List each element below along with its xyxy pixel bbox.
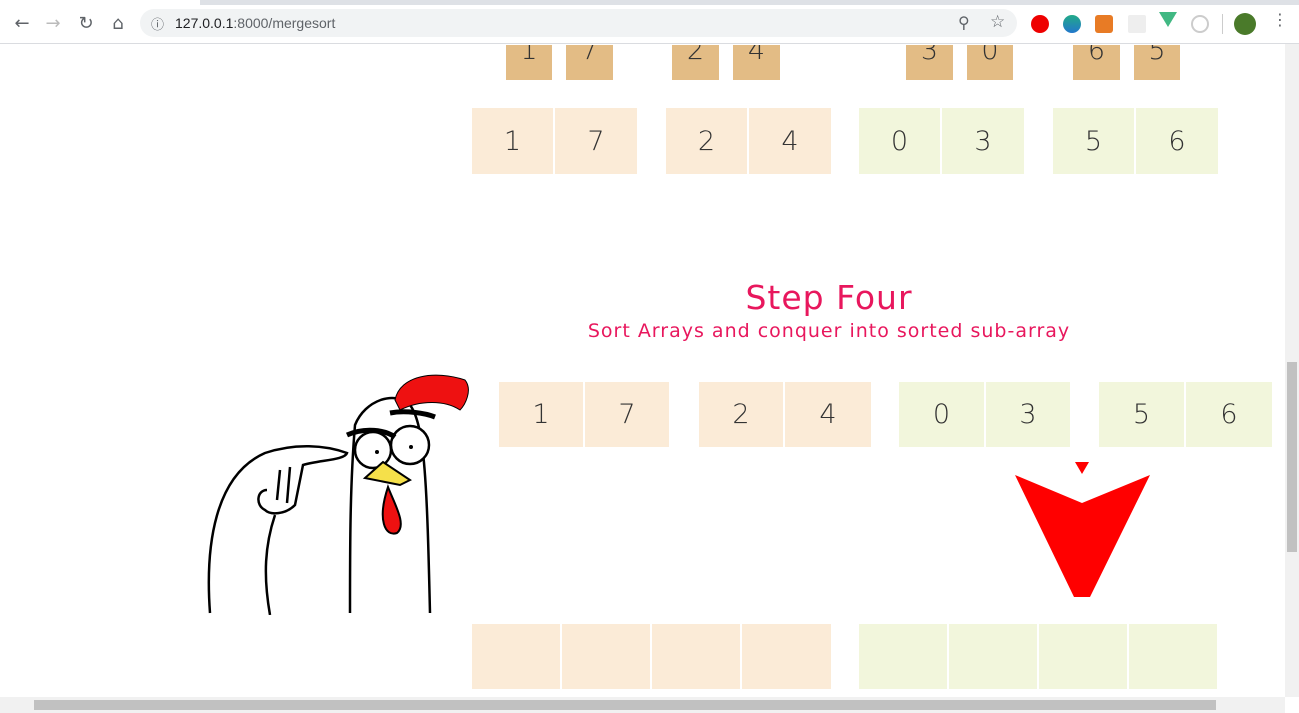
step-cell: 4	[785, 382, 871, 447]
sorted-pair-cell: 2	[666, 108, 747, 174]
sorted-pair-cell: 3	[942, 108, 1024, 174]
split-cell: 2	[672, 45, 719, 80]
reload-icon[interactable]: ↻	[74, 13, 98, 34]
page-viewport: 1 7 2 4 3 0 6 5 1 7 2 4 0 3 5 6 Step Fou…	[0, 45, 1285, 697]
vertical-scroll-thumb[interactable]	[1287, 362, 1297, 552]
step-cell: 2	[699, 382, 783, 447]
sorted-pair-cell: 6	[1136, 108, 1218, 174]
vertical-scrollbar[interactable]	[1285, 44, 1299, 697]
merged-cell	[562, 624, 650, 689]
step-cell: 1	[499, 382, 583, 447]
home-icon[interactable]: ⌂	[106, 13, 130, 34]
down-arrow-icon	[1015, 462, 1150, 597]
split-cell: 5	[1134, 45, 1180, 80]
step-cell: 7	[585, 382, 669, 447]
sorted-pair-cell: 7	[555, 108, 637, 174]
merged-cell	[472, 624, 560, 689]
split-cell: 1	[506, 45, 552, 80]
split-cell: 4	[733, 45, 780, 80]
merged-cell	[949, 624, 1037, 689]
merged-cell	[859, 624, 947, 689]
info-icon[interactable]: ⓘ	[151, 14, 164, 33]
step-cell: 3	[986, 382, 1070, 447]
merged-cell	[1129, 624, 1217, 689]
toolbar-divider	[1222, 14, 1223, 34]
step-title: Step Four	[745, 278, 913, 317]
download-extension-icon[interactable]	[1063, 15, 1081, 33]
merged-cell	[742, 624, 831, 689]
react-extension-icon[interactable]	[1128, 15, 1146, 33]
horizontal-scroll-thumb[interactable]	[34, 700, 1216, 710]
horizontal-scrollbar[interactable]	[0, 697, 1285, 713]
sorted-pair-cell: 1	[472, 108, 553, 174]
vue-extension-icon[interactable]	[1159, 12, 1177, 27]
url-text[interactable]: 127.0.0.1:8000/mergesort	[175, 15, 335, 31]
menu-icon[interactable]: ⋮	[1272, 12, 1288, 28]
step-subtitle: Sort Arrays and conquer into sorted sub-…	[587, 320, 1071, 342]
merged-cell	[652, 624, 740, 689]
sorted-pair-cell: 4	[749, 108, 831, 174]
split-cell: 7	[566, 45, 613, 80]
step-cell: 0	[899, 382, 984, 447]
forward-icon[interactable]: →	[41, 13, 65, 34]
zoom-icon[interactable]: ⚲	[958, 13, 970, 32]
adblock-extension-icon[interactable]	[1031, 15, 1049, 33]
split-cell: 3	[906, 45, 953, 80]
split-cell: 6	[1073, 45, 1120, 80]
bookmark-star-icon[interactable]: ☆	[990, 12, 1005, 32]
back-icon[interactable]: ←	[10, 13, 34, 34]
chicken-illustration	[207, 374, 469, 615]
merged-cell	[1039, 624, 1127, 689]
metamask-extension-icon[interactable]	[1095, 15, 1113, 33]
split-cell: 0	[967, 45, 1013, 80]
step-cell: 6	[1186, 382, 1272, 447]
profile-avatar[interactable]	[1234, 13, 1256, 35]
sorted-pair-cell: 5	[1053, 108, 1134, 174]
extension-icon[interactable]	[1191, 15, 1209, 33]
sorted-pair-cell: 0	[859, 108, 940, 174]
step-cell: 5	[1099, 382, 1184, 447]
